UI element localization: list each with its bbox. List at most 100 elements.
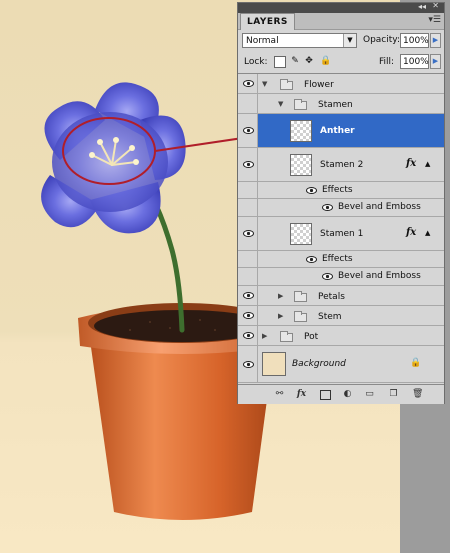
layer-row-stamen-2[interactable]: Stamen 2 fx ▲	[238, 148, 444, 182]
link-layers-icon[interactable]: ⚯	[274, 389, 285, 399]
layer-name: Pot	[304, 332, 319, 342]
folder-icon	[280, 331, 293, 342]
new-group-icon[interactable]: ▭	[364, 389, 375, 399]
visibility-toggle[interactable]	[238, 114, 258, 147]
panel-tab-row: LAYERS ▾☰	[238, 13, 444, 30]
layers-panel: ◂◂ ✕ LAYERS ▾☰ Normal ▼ Opacity: 100% ▶ …	[237, 1, 445, 404]
eye-icon	[243, 230, 254, 237]
fill-label: Fill:	[379, 57, 395, 67]
layers-list: ▼ Flower ▼ Stamen Anther Stamen 2 fx ▲ E…	[238, 73, 444, 383]
collapse-icon[interactable]: ◂◂	[418, 2, 426, 11]
opacity-label: Opacity:	[363, 35, 400, 45]
trash-icon[interactable]: 🗑	[412, 389, 423, 399]
effects-row: Effects	[238, 251, 444, 268]
eye-icon[interactable]	[322, 204, 333, 211]
chevron-down-icon: ▼	[343, 34, 356, 47]
layer-name: Stamen 2	[320, 160, 364, 170]
visibility-toggle[interactable]	[238, 148, 258, 181]
disclosure-open-icon[interactable]: ▼	[278, 100, 283, 108]
add-mask-icon[interactable]	[320, 390, 331, 400]
lock-move-icon[interactable]: ✥	[304, 56, 314, 66]
lock-label: Lock:	[244, 57, 268, 67]
lock-brush-icon[interactable]: ✎	[290, 56, 300, 66]
eye-icon	[243, 127, 254, 134]
panel-titlebar: ◂◂ ✕	[238, 1, 444, 13]
folder-icon	[294, 99, 307, 110]
visibility-toggle[interactable]	[238, 217, 258, 250]
lock-row: Lock: ✎ ✥ 🔒 Fill: 100% ▶	[242, 54, 441, 70]
visibility-toggle[interactable]	[238, 94, 258, 113]
visibility-toggle[interactable]	[238, 74, 258, 93]
layer-name: Stem	[318, 312, 342, 322]
lock-all-icon[interactable]: 🔒	[320, 56, 331, 66]
disclosure-closed-icon[interactable]: ▶	[278, 292, 283, 300]
folder-icon	[294, 291, 307, 302]
effects-row: Effects	[238, 182, 444, 199]
close-icon[interactable]: ✕	[432, 1, 439, 10]
folder-icon	[280, 79, 293, 90]
panel-menu-icon[interactable]: ▾☰	[428, 15, 441, 25]
effect-name: Bevel and Emboss	[338, 202, 421, 212]
disclosure-closed-icon[interactable]: ▶	[262, 332, 267, 340]
eye-column	[238, 199, 258, 216]
layer-name: Flower	[304, 80, 334, 90]
fx-icon[interactable]: fx	[406, 158, 416, 169]
eye-icon	[243, 332, 254, 339]
eye-icon[interactable]	[306, 187, 317, 194]
lock-icon: 🔒	[410, 358, 422, 368]
panel-bottom-toolbar: ⚯ fx ◐ ▭ ❐ 🗑	[238, 384, 444, 404]
layer-name: Stamen 1	[320, 229, 364, 239]
eye-icon	[243, 80, 254, 87]
disclosure-open-icon[interactable]: ▼	[262, 80, 267, 88]
fill-slider-button[interactable]: ▶	[430, 54, 441, 69]
layer-row-petals[interactable]: ▶ Petals	[238, 286, 444, 306]
visibility-toggle[interactable]	[238, 326, 258, 345]
disclosure-closed-icon[interactable]: ▶	[278, 312, 283, 320]
fill-input[interactable]: 100%	[400, 54, 429, 69]
layer-row-stamen[interactable]: ▼ Stamen	[238, 94, 444, 114]
eye-icon	[243, 292, 254, 299]
folder-icon	[294, 311, 307, 322]
new-layer-icon[interactable]: ❐	[388, 389, 399, 399]
background-thumbnail	[262, 352, 286, 376]
layer-thumbnail	[290, 223, 312, 245]
layer-row-pot[interactable]: ▶ Pot	[238, 326, 444, 346]
blend-row: Normal ▼ Opacity: 100% ▶	[242, 33, 441, 50]
effect-row: Bevel and Emboss	[238, 199, 444, 217]
eye-column	[238, 268, 258, 285]
effects-expand-icon[interactable]: ▲	[425, 229, 430, 237]
visibility-toggle[interactable]	[238, 346, 258, 382]
effects-label: Effects	[322, 254, 353, 264]
add-style-icon[interactable]: fx	[296, 389, 307, 399]
tab-layers[interactable]: LAYERS	[240, 13, 295, 30]
layer-row-flower[interactable]: ▼ Flower	[238, 74, 444, 94]
lock-transparent-icon[interactable]	[274, 56, 286, 68]
effect-name: Bevel and Emboss	[338, 271, 421, 281]
effects-expand-icon[interactable]: ▲	[425, 160, 430, 168]
layer-row-anther[interactable]: Anther	[238, 114, 444, 148]
layer-thumbnail	[290, 154, 312, 176]
layer-thumbnail	[290, 120, 312, 142]
layer-name: Background	[292, 359, 346, 369]
layer-row-stamen-1[interactable]: Stamen 1 fx ▲	[238, 217, 444, 251]
layer-row-stem[interactable]: ▶ Stem	[238, 306, 444, 326]
eye-icon	[243, 361, 254, 368]
effect-row: Bevel and Emboss	[238, 268, 444, 286]
visibility-toggle[interactable]	[238, 306, 258, 325]
eye-column	[238, 182, 258, 198]
fx-icon[interactable]: fx	[406, 227, 416, 238]
effects-label: Effects	[322, 185, 353, 195]
eye-icon	[243, 312, 254, 319]
blend-mode-value: Normal	[246, 36, 279, 46]
layer-row-background[interactable]: Background 🔒	[238, 346, 444, 383]
opacity-input[interactable]: 100%	[400, 33, 429, 48]
blend-mode-select[interactable]: Normal ▼	[242, 33, 357, 48]
visibility-toggle[interactable]	[238, 286, 258, 305]
eye-icon	[243, 161, 254, 168]
adjustment-layer-icon[interactable]: ◐	[342, 389, 353, 399]
opacity-slider-button[interactable]: ▶	[430, 33, 441, 48]
layer-name: Stamen	[318, 100, 353, 110]
eye-icon[interactable]	[322, 273, 333, 280]
eye-icon[interactable]	[306, 256, 317, 263]
eye-column	[238, 251, 258, 267]
